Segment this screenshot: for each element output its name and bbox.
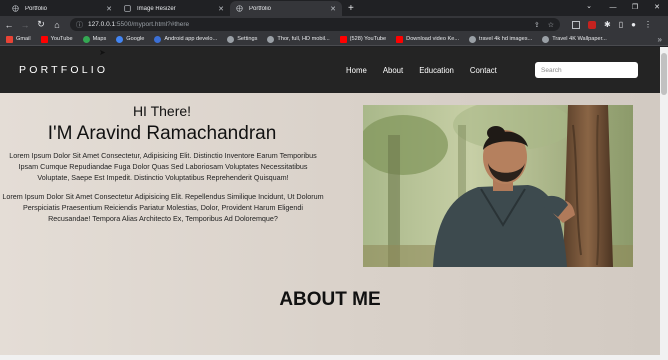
bookmark-youtube-528[interactable]: (528) YouTube xyxy=(339,35,386,43)
bookmark-settings[interactable]: Settings xyxy=(227,35,257,43)
bookmark-google[interactable]: Google xyxy=(116,35,144,43)
site-brand[interactable]: PORTFOLIO xyxy=(19,64,108,76)
bookmark-travel-wallpaper[interactable]: Travel 4K Wallpaper... xyxy=(542,35,607,43)
extensions-area: ✱ ▯ ● ⋮ xyxy=(572,20,652,29)
page-icon xyxy=(124,5,131,12)
browser-toolbar: ← → ↻ ⌂ ⓘ 127.0.0.1 :5500/myport.html?#t… xyxy=(0,16,668,33)
close-icon[interactable]: ✕ xyxy=(330,5,336,13)
profile-photo xyxy=(363,105,633,267)
tab-portfolio-1[interactable]: Portfolio ✕ xyxy=(6,1,118,16)
nav-education[interactable]: Education xyxy=(419,66,454,75)
hero-paragraph-2: Lorem Ipsum Dolor Sit Amet Consectetur A… xyxy=(2,192,324,223)
hero-paragraph-1: Lorem Ipsum Dolor Sit Amet Consectetur, … xyxy=(9,151,317,182)
url-host: 127.0.0.1 xyxy=(88,21,116,28)
hero-section: HI There! I'M Aravind Ramachandran Lorem… xyxy=(0,93,660,360)
bookmark-download-video[interactable]: Download video Ke... xyxy=(396,35,459,43)
bookmark-star-icon[interactable]: ☆ xyxy=(548,21,554,29)
gear-icon xyxy=(227,35,235,43)
reload-icon[interactable]: ↻ xyxy=(34,18,48,32)
bookmark-travel-images[interactable]: travel 4k hd images... xyxy=(469,35,532,43)
puzzle-icon[interactable]: ✱ xyxy=(604,20,611,29)
new-tab-button[interactable]: + xyxy=(348,1,354,16)
extension-icon[interactable] xyxy=(572,20,580,29)
tab-portfolio-active[interactable]: Portfolio ✕ xyxy=(230,1,342,16)
bookmark-youtube[interactable]: YouTube xyxy=(40,35,73,43)
info-icon[interactable]: ⓘ xyxy=(76,20,83,30)
site-search-input[interactable] xyxy=(535,62,638,78)
minimize-icon[interactable]: — xyxy=(602,0,624,15)
tab-title: Portfolio xyxy=(25,5,48,12)
bookmark-gmail[interactable]: Gmail xyxy=(6,35,31,43)
nav-contact[interactable]: Contact xyxy=(470,66,497,75)
google-icon xyxy=(469,35,477,43)
scrollbar-thumb[interactable] xyxy=(661,53,667,95)
maps-icon xyxy=(82,35,90,43)
globe-icon xyxy=(236,5,243,12)
address-bar[interactable]: ⓘ 127.0.0.1 :5500/myport.html?#there ⇪ ☆ xyxy=(70,18,560,31)
profile-icon[interactable]: ● xyxy=(631,20,636,29)
hero-greeting: HI There! xyxy=(132,103,192,119)
menu-kebab-icon[interactable]: ⋮ xyxy=(644,20,652,29)
nav-home[interactable]: Home xyxy=(346,66,367,75)
mouse-cursor-icon: ➤ xyxy=(99,48,106,57)
vertical-scrollbar[interactable] xyxy=(660,47,668,360)
chevron-down-icon[interactable]: ⌄ xyxy=(586,2,592,10)
site-menu: Home About Education Contact xyxy=(346,66,513,75)
hero-name: I'M Aravind Ramachandran xyxy=(47,123,277,144)
tab-title: Image Resizer xyxy=(137,5,176,12)
url-path: :5500/myport.html?#there xyxy=(115,21,190,28)
horizontal-scrollbar[interactable] xyxy=(0,355,660,360)
nav-about[interactable]: About xyxy=(383,66,403,75)
restore-icon[interactable]: ❐ xyxy=(624,0,646,15)
youtube-icon xyxy=(40,35,48,43)
globe-icon xyxy=(267,35,275,43)
gmail-icon xyxy=(6,35,13,43)
chevron-right-icon[interactable]: » xyxy=(658,35,662,44)
about-heading: ABOUT ME xyxy=(279,289,381,310)
youtube-icon xyxy=(396,35,404,43)
extension-red-icon[interactable] xyxy=(588,20,596,29)
youtube-icon xyxy=(339,35,347,43)
forward-icon[interactable]: → xyxy=(18,18,32,32)
bookmarks-bar: Gmail YouTube Maps Google Android app de… xyxy=(0,33,668,46)
wordpress-icon xyxy=(154,35,162,43)
google-icon xyxy=(116,35,124,43)
tab-strip: Portfolio ✕ Image Resizer ✕ Portfolio ✕ … xyxy=(0,0,668,16)
sidepanel-icon[interactable]: ▯ xyxy=(619,20,623,29)
bookmark-android[interactable]: Android app develo... xyxy=(154,35,217,43)
globe-icon xyxy=(12,5,19,12)
close-icon[interactable]: ✕ xyxy=(218,5,224,13)
tab-image-resizer[interactable]: Image Resizer ✕ xyxy=(118,1,230,16)
close-icon[interactable]: ✕ xyxy=(106,5,112,13)
share-icon[interactable]: ⇪ xyxy=(534,21,540,29)
tab-title: Portfolio xyxy=(249,5,272,12)
back-icon[interactable]: ← xyxy=(2,18,16,32)
window-controls: — ❐ ✕ xyxy=(602,0,668,15)
bookmark-maps[interactable]: Maps xyxy=(82,35,106,43)
globe-icon xyxy=(542,35,550,43)
page-viewport: PORTFOLIO Home About Education Contact H… xyxy=(0,47,668,360)
home-icon[interactable]: ⌂ xyxy=(50,18,64,32)
bookmark-thor[interactable]: Thor, full, HD mobil... xyxy=(267,35,330,43)
close-window-icon[interactable]: ✕ xyxy=(646,0,668,15)
